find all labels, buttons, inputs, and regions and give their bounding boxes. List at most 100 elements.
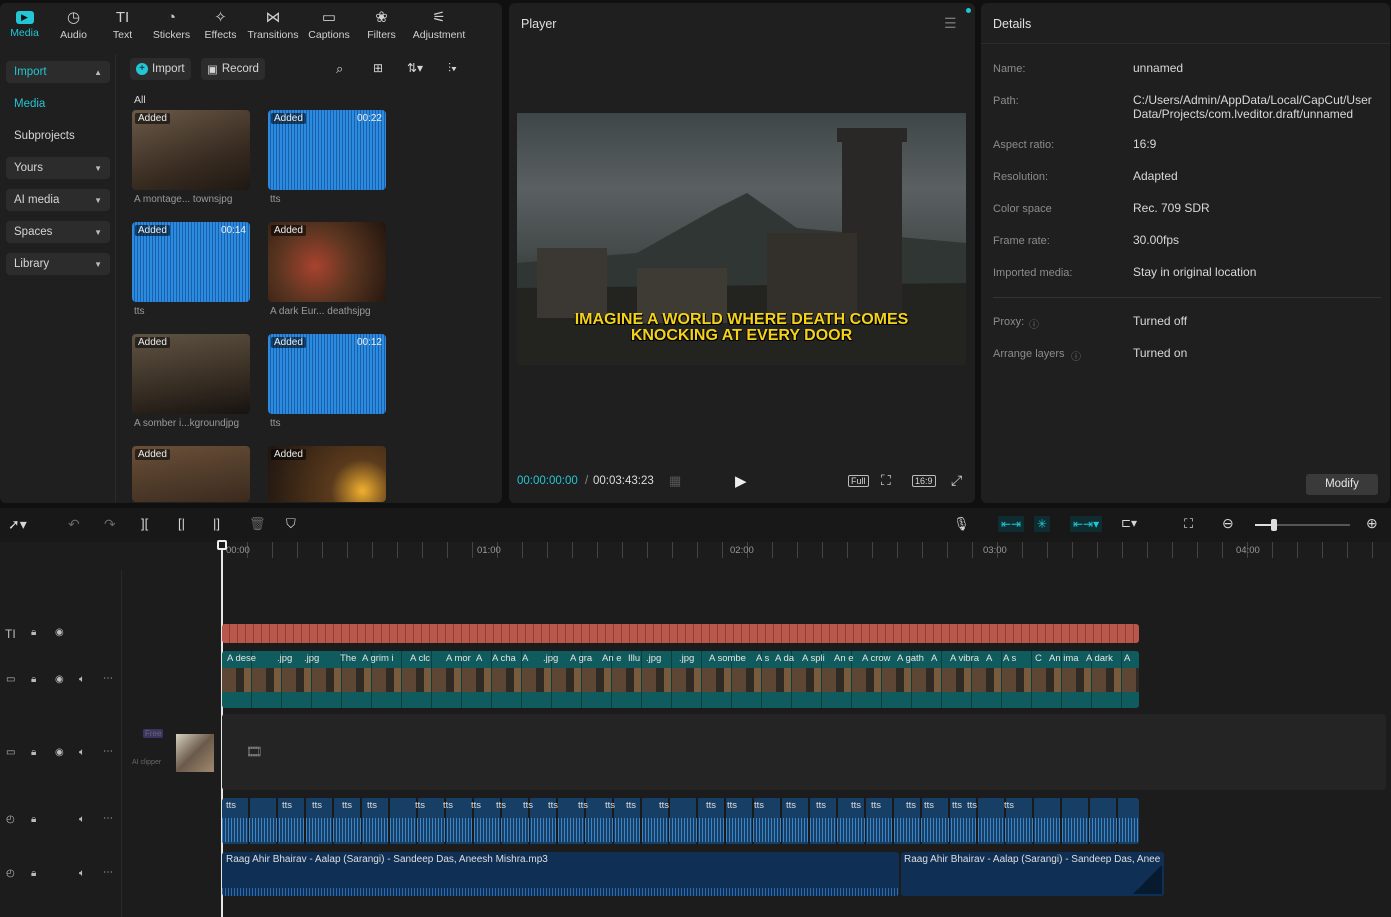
clip-label: C <box>1035 653 1042 664</box>
media-thumb[interactable]: Added 00:12 <box>268 334 386 414</box>
volume-icon[interactable]: 🔈︎ <box>79 868 85 879</box>
eye-icon[interactable]: ◉ <box>55 747 64 758</box>
nav-import[interactable]: Import ▲ <box>6 61 110 83</box>
clip-label: A <box>522 653 529 664</box>
tab-effects[interactable]: ✧ Effects <box>196 3 245 47</box>
fullscreen-icon[interactable]: ⤢ <box>951 472 962 489</box>
film-icon: 🎞︎ <box>246 744 263 759</box>
fit-timeline-icon[interactable]: ⛶ <box>1184 516 1193 532</box>
redo-icon[interactable]: ↷ <box>104 516 116 533</box>
split-right-icon[interactable]: |] <box>213 516 220 531</box>
music-clip-1[interactable]: Raag Ahir Bhairav - Aalap (Sarangi) - Sa… <box>222 852 899 896</box>
tab-captions[interactable]: ▭ Captions <box>301 3 357 47</box>
record-button[interactable]: ▣ Record <box>201 58 265 80</box>
tab-text[interactable]: TI Text <box>98 3 147 47</box>
tab-transitions[interactable]: ⋈ Transitions <box>245 3 301 47</box>
ai-clipper-badge[interactable]: Free AI clipper <box>131 728 169 772</box>
clip-label: tts <box>851 800 862 811</box>
clip-label: .jpg <box>679 653 695 664</box>
split-left-icon[interactable]: [| <box>178 516 185 531</box>
zoom-out-icon[interactable]: ⊖ <box>1222 515 1234 532</box>
ratio-button[interactable]: 16:9 <box>912 475 936 487</box>
nav-spaces[interactable]: Spaces ▼ <box>6 221 110 243</box>
nav-ai-media[interactable]: AI media ▼ <box>6 189 110 211</box>
media-thumb[interactable]: Added <box>132 334 250 414</box>
microphone-icon[interactable]: 🎙 <box>953 516 970 532</box>
sort-icon[interactable]: ⇅▾ <box>407 61 423 75</box>
more-icon[interactable]: ⋯ <box>103 673 113 684</box>
filter-icon[interactable]: ⫶▾ <box>448 61 457 76</box>
lock-icon[interactable]: 🔒︎ <box>31 747 36 758</box>
eye-icon[interactable]: ◉ <box>55 674 64 685</box>
shield-icon[interactable]: ⛉ <box>286 516 296 532</box>
media-caption: A montage... townsjpg <box>134 194 233 205</box>
media-thumb[interactable]: Added <box>132 110 250 190</box>
volume-icon[interactable]: 🔈︎ <box>79 674 85 685</box>
tab-media[interactable]: ▶ Media <box>0 3 49 47</box>
cover-thumbnail[interactable] <box>176 734 214 772</box>
video-preview[interactable]: IMAGINE A WORLD WHERE DEATH COMES KNOCKI… <box>517 113 966 365</box>
magnet-icon[interactable]: ✳ <box>1034 516 1051 532</box>
tab-filters[interactable]: ❀ Filters <box>357 3 406 47</box>
adjustment-icon: ⚟ <box>432 8 446 26</box>
music-clip-2[interactable]: Raag Ahir Bhairav - Aalap (Sarangi) - Sa… <box>901 852 1164 896</box>
text-track-clips[interactable] <box>222 624 1139 643</box>
lock-icon[interactable]: 🔒︎ <box>31 868 36 879</box>
zoom-slider-handle[interactable] <box>1271 519 1277 531</box>
delete-icon[interactable]: 🗑 <box>249 516 266 532</box>
tab-adjustment[interactable]: ⚟ Adjustment <box>406 3 472 47</box>
view-toggle-icon[interactable]: ⊞ <box>373 61 383 75</box>
preview-axis-icon[interactable]: ⊏▾ <box>1121 516 1137 530</box>
media-thumb[interactable]: Added <box>268 446 386 502</box>
playhead-handle[interactable] <box>217 540 227 550</box>
quality-full-button[interactable]: Full <box>848 475 869 487</box>
volume-icon[interactable]: 🔈︎ <box>79 814 85 825</box>
more-icon[interactable]: ⋯ <box>103 746 113 757</box>
link-main-track-icon[interactable]: ⇤⇥ <box>998 516 1025 532</box>
media-thumb[interactable]: Added 00:22 <box>268 110 386 190</box>
more-icon[interactable]: ⋯ <box>103 813 113 824</box>
filter-all-label[interactable]: All <box>134 94 146 106</box>
media-thumb[interactable]: Added 00:14 <box>132 222 250 302</box>
search-icon[interactable]: ⌕ <box>336 61 343 77</box>
link-icon[interactable]: ⇤⇥▾ <box>1070 516 1103 532</box>
more-icon[interactable]: ⋯ <box>103 867 113 878</box>
volume-icon[interactable]: 🔈︎ <box>79 747 85 758</box>
info-icon[interactable]: ⓘ <box>1071 348 1081 363</box>
zoom-slider[interactable] <box>1255 519 1350 531</box>
video-track-icon: ▭ <box>6 674 16 685</box>
tool-tabs: ▶ Media ◷ Audio TI Text ◔ Stickers ✧ Effects … <box>0 3 502 47</box>
media-caption: tts <box>270 194 281 205</box>
tts-waveform <box>222 818 1139 842</box>
zoom-in-icon[interactable]: ⊕ <box>1366 515 1378 532</box>
tts-label-row: tts tts tts tts tts tts tts tts tts tts … <box>222 800 1139 812</box>
menu-icon[interactable]: ☰ <box>944 15 957 32</box>
overlay-track[interactable] <box>222 714 1386 790</box>
lock-icon[interactable]: 🔒︎ <box>31 814 36 825</box>
nav-library[interactable]: Library ▼ <box>6 253 110 275</box>
clip-label: tts <box>967 800 978 811</box>
media-thumb[interactable]: Added <box>132 446 250 502</box>
details-panel <box>981 3 1390 503</box>
tab-audio[interactable]: ◷ Audio <box>49 3 98 47</box>
nav-yours[interactable]: Yours ▼ <box>6 157 110 179</box>
fade-out-shape <box>1132 866 1162 894</box>
snapshot-icon[interactable]: ⛶ <box>881 472 891 489</box>
nav-subprojects[interactable]: Subprojects <box>6 125 110 147</box>
lock-icon[interactable]: 🔒︎ <box>31 627 36 638</box>
select-tool-icon[interactable]: ➚▾ <box>8 516 27 533</box>
tab-stickers[interactable]: ◔ Stickers <box>147 3 196 47</box>
split-icon[interactable]: ][ <box>141 516 148 531</box>
undo-icon[interactable]: ↶ <box>68 516 80 533</box>
timeline-grid-icon[interactable]: ▦ <box>669 473 681 489</box>
modify-button[interactable]: Modify <box>1306 474 1378 495</box>
eye-icon[interactable]: ◉ <box>55 627 64 638</box>
info-icon[interactable]: ⓘ <box>1029 316 1039 331</box>
nav-media[interactable]: Media <box>6 93 110 115</box>
chevron-down-icon: ▼ <box>94 195 102 205</box>
media-thumb[interactable]: Added <box>268 222 386 302</box>
play-button[interactable]: ▶ <box>735 472 747 490</box>
lock-icon[interactable]: 🔒︎ <box>31 674 36 685</box>
details-title: Details <box>993 17 1032 31</box>
import-button[interactable]: + Import <box>130 58 191 80</box>
